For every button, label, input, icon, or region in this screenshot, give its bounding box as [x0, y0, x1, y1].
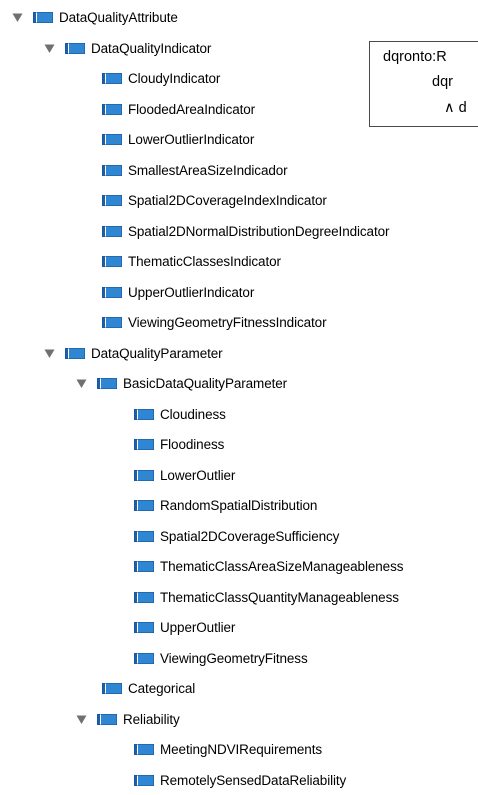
- class-icon: [65, 42, 85, 54]
- class-icon: [102, 103, 122, 115]
- tree-node-label: ThematicClassesIndicator: [128, 254, 281, 269]
- class-icon: [134, 622, 154, 633]
- tree-node-label: Floodiness: [160, 437, 225, 452]
- class-icon: [33, 12, 53, 23]
- tree-node-label: FloodedAreaIndicator: [128, 101, 256, 117]
- tree-node-cloudy-indicator[interactable]: CloudyIndicator: [102, 64, 220, 94]
- tree-node-label: MeetingNDVIRequirements: [160, 742, 323, 757]
- expand-triangle-icon[interactable]: [76, 378, 87, 389]
- tree-node-floodiness[interactable]: Floodiness: [134, 430, 224, 460]
- class-icon: [65, 347, 85, 359]
- class-icon: [102, 164, 122, 176]
- class-icon: [97, 713, 117, 725]
- class-icon: [102, 256, 122, 267]
- tree-node-thematic-class-area-size-manageableness[interactable]: ThematicClassAreaSizeManageableness: [134, 552, 403, 582]
- tree-node-label: ViewingGeometryFitnessIndicator: [128, 315, 327, 330]
- class-icon: [134, 439, 154, 450]
- tree-node-label: SmallestAreaSizeIndicador: [128, 162, 288, 178]
- class-icon: [134, 469, 154, 481]
- class-icon: [102, 286, 122, 298]
- tree-node-data-quality-parameter[interactable]: DataQualityParameter: [44, 338, 223, 368]
- class-icon: [102, 317, 122, 328]
- tree-node-spatial2-dcoverage-index-indicator[interactable]: Spatial2DCoverageIndexIndicator: [102, 186, 327, 216]
- tree-node-lower-outlier-indicator[interactable]: LowerOutlierIndicator: [102, 125, 254, 155]
- class-icon: [134, 561, 154, 572]
- tree-node-label: UpperOutlier: [160, 620, 236, 635]
- tree-node-label: Spatial2DNormalDistributionDegreeIndicat…: [128, 223, 390, 239]
- tooltip-line-3: ∧ d: [444, 100, 467, 116]
- tooltip-popup: dqronto:R dqr ∧ d: [369, 41, 478, 127]
- class-icon: [102, 73, 122, 84]
- tree-node-flooded-area-indicator[interactable]: FloodedAreaIndicator: [102, 94, 255, 124]
- class-icon: [97, 378, 117, 389]
- expand-triangle-icon[interactable]: [12, 12, 23, 23]
- tooltip-line-2: dqr: [432, 74, 453, 90]
- tree-node-label: DataQualityIndicator: [91, 40, 212, 56]
- tree-node-data-quality-attribute[interactable]: DataQualityAttribute: [12, 3, 178, 33]
- class-icon: [134, 530, 154, 542]
- tree-node-label: UpperOutlierIndicator: [128, 284, 255, 300]
- tree-node-label: ViewingGeometryFitness: [160, 650, 308, 666]
- tree-node-label: CloudyIndicator: [128, 71, 221, 86]
- class-icon: [134, 408, 154, 420]
- tree-node-label: Categorical: [128, 681, 196, 696]
- tree-node-label: LowerOutlierIndicator: [128, 132, 255, 147]
- expand-triangle-icon[interactable]: [76, 714, 87, 725]
- tree-node-thematic-classes-indicator[interactable]: ThematicClassesIndicator: [102, 247, 281, 277]
- tooltip-line-1: dqronto:R: [383, 49, 447, 65]
- tree-node-label: RemotelySensedDataReliability: [160, 772, 347, 788]
- tree-node-remotely-sensed-data-reliability[interactable]: RemotelySensedDataReliability: [134, 765, 346, 795]
- tree-node-label: BasicDataQualityParameter: [123, 376, 288, 391]
- tree-node-label: LowerOutlier: [160, 467, 236, 483]
- tree-node-upper-outlier-indicator[interactable]: UpperOutlierIndicator: [102, 277, 254, 307]
- class-icon: [134, 774, 154, 786]
- tree-node-upper-outlier[interactable]: UpperOutlier: [134, 613, 235, 643]
- tree-node-thematic-class-quantity-manageableness[interactable]: ThematicClassQuantityManageableness: [134, 582, 399, 612]
- tree-node-spatial2-dnormal-distribution-degree-indicator[interactable]: Spatial2DNormalDistributionDegreeIndicat…: [102, 216, 390, 246]
- tree-node-label: DataQualityAttribute: [59, 10, 178, 25]
- tree-node-label: ThematicClassQuantityManageableness: [160, 589, 399, 605]
- class-icon: [102, 683, 122, 694]
- class-icon: [134, 744, 154, 755]
- class-icon: [134, 591, 154, 603]
- tree-node-label: Reliability: [123, 711, 180, 727]
- tree-node-spatial2-dcoverage-sufficiency[interactable]: Spatial2DCoverageSufficiency: [134, 521, 339, 551]
- tree-node-data-quality-indicator[interactable]: DataQualityIndicator: [44, 33, 211, 63]
- tree-node-categorical[interactable]: Categorical: [102, 674, 195, 704]
- tree-node-lower-outlier[interactable]: LowerOutlier: [134, 460, 235, 490]
- tree-node-label: Spatial2DCoverageIndexIndicator: [128, 193, 327, 208]
- tree-node-basic-data-quality-parameter[interactable]: BasicDataQualityParameter: [76, 369, 287, 399]
- class-icon: [134, 652, 154, 664]
- tree-node-smallest-area-size-indicador[interactable]: SmallestAreaSizeIndicador: [102, 155, 288, 185]
- tree-node-viewing-geometry-fitness[interactable]: ViewingGeometryFitness: [134, 643, 308, 673]
- class-icon: [102, 195, 122, 206]
- tree-node-label: ThematicClassAreaSizeManageableness: [160, 559, 404, 574]
- class-icon: [102, 134, 122, 145]
- tree-node-viewing-geometry-fitness-indicator[interactable]: ViewingGeometryFitnessIndicator: [102, 308, 327, 338]
- class-icon: [134, 500, 154, 511]
- tree-node-label: Cloudiness: [160, 406, 226, 422]
- tree-node-cloudiness[interactable]: Cloudiness: [134, 399, 226, 429]
- tree-node-random-spatial-distribution[interactable]: RandomSpatialDistribution: [134, 491, 317, 521]
- tree-node-meeting-ndvirequirements[interactable]: MeetingNDVIRequirements: [134, 735, 322, 765]
- tree-node-label: Spatial2DCoverageSufficiency: [160, 528, 340, 544]
- tree-node-reliability[interactable]: Reliability: [76, 704, 180, 734]
- tree-node-label: DataQualityParameter: [91, 345, 223, 361]
- class-icon: [102, 225, 122, 237]
- tree-node-label: RandomSpatialDistribution: [160, 498, 318, 513]
- expand-triangle-icon[interactable]: [44, 348, 55, 359]
- expand-triangle-icon[interactable]: [44, 43, 55, 54]
